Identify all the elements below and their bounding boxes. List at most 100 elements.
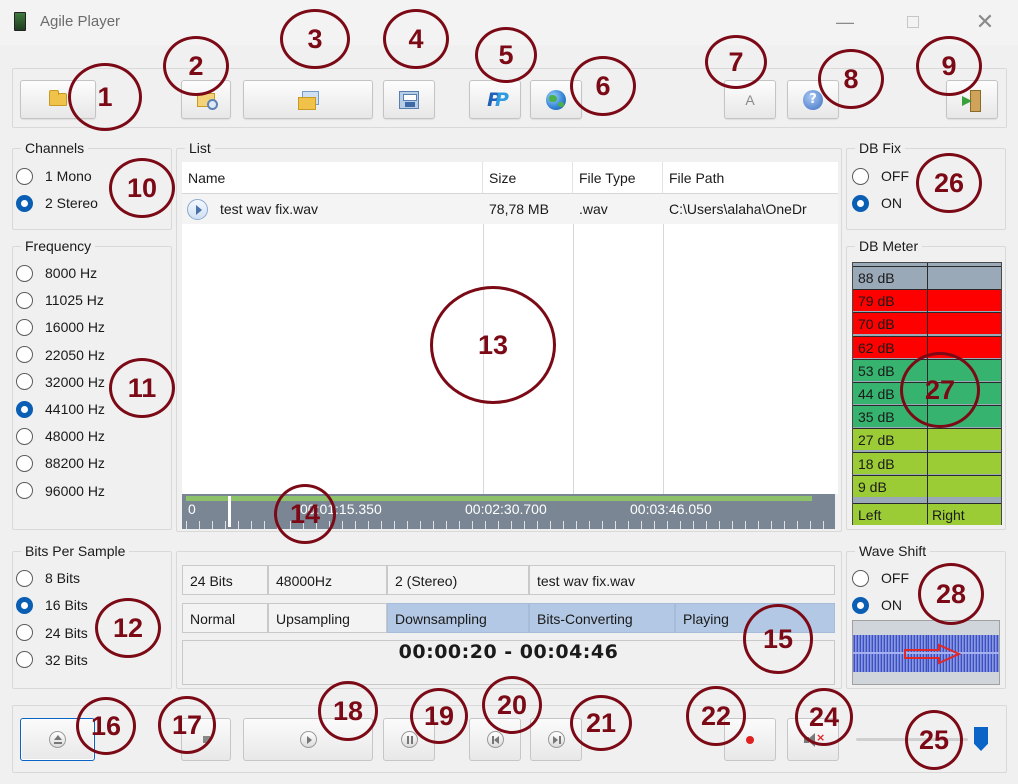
minimize-button[interactable]: — <box>826 6 864 38</box>
annotation-marker: 27 <box>900 352 980 428</box>
close-button[interactable]: ✕ <box>966 6 1004 38</box>
paypal-icon: PP <box>487 88 509 111</box>
frequency-option[interactable]: 48000 Hz <box>16 426 105 446</box>
channel-option[interactable]: 1 Mono <box>16 166 92 186</box>
column-file-type[interactable]: File Type <box>573 162 663 194</box>
wave-shift-title: Wave Shift <box>855 542 931 560</box>
radio-button[interactable] <box>16 624 33 642</box>
radio-button[interactable] <box>16 651 33 669</box>
db-fix-option[interactable]: ON <box>852 193 902 213</box>
channel-label: 2 Stereo <box>45 195 98 211</box>
radio-button[interactable] <box>16 454 33 472</box>
frequency-option-label: 8000 Hz <box>45 265 98 281</box>
annotation-marker: 25 <box>905 710 963 770</box>
annotation-marker: 13 <box>430 286 556 404</box>
radio-button[interactable] <box>16 373 33 391</box>
frequency-option[interactable]: 16000 Hz <box>16 317 105 337</box>
radio-button[interactable] <box>16 569 33 587</box>
db-fix-title: DB Fix <box>855 139 905 157</box>
annotation-marker: 21 <box>570 695 632 751</box>
save-button[interactable] <box>383 80 435 119</box>
table-row[interactable]: test wav fix.wav 78,78 MB .wav C:\Users\… <box>182 194 838 224</box>
column-size[interactable]: Size <box>483 162 573 194</box>
frequency-option-label: 16000 Hz <box>45 319 105 336</box>
wave-shift-option[interactable]: OFF <box>852 568 909 588</box>
radio-button[interactable] <box>16 400 33 418</box>
db-fix-option[interactable]: OFF <box>852 166 909 186</box>
radio-button[interactable] <box>852 194 869 212</box>
frequency-option[interactable]: 22050 Hz <box>16 345 105 365</box>
annotation-marker: 24 <box>795 688 853 746</box>
frequency-option-label: 48000 Hz <box>45 428 105 445</box>
wave-shift-option[interactable]: ON <box>852 595 902 615</box>
frequency-option[interactable]: 44100 Hz <box>16 399 105 419</box>
column-divider <box>573 194 574 494</box>
cell-path: C:\Users\alaha\OneDr <box>669 201 807 217</box>
play-row-icon[interactable] <box>187 199 208 220</box>
radio-button[interactable] <box>16 318 33 336</box>
timeline-label: 00:03:46.050 <box>630 501 712 517</box>
annotation-marker: 8 <box>818 49 884 109</box>
bits-option[interactable]: 24 Bits <box>16 623 88 643</box>
info-file: test wav fix.wav <box>529 565 835 595</box>
column-name[interactable]: Name <box>182 162 483 194</box>
column-divider <box>663 194 664 494</box>
open-folder-button[interactable] <box>243 80 373 119</box>
save-icon <box>399 90 419 109</box>
frequency-option[interactable]: 8000 Hz <box>16 263 97 283</box>
cell-size: 78,78 MB <box>489 201 549 217</box>
channel-label: 1 Mono <box>45 168 92 184</box>
wave-preview <box>852 620 1000 685</box>
frequency-option[interactable]: 32000 Hz <box>16 372 105 392</box>
font-icon: A <box>745 91 755 108</box>
frequency-option[interactable]: 96000 Hz <box>16 481 105 501</box>
mode-normal: Normal <box>182 603 268 633</box>
column-file-path[interactable]: File Path <box>663 162 838 194</box>
radio-button[interactable] <box>16 427 33 445</box>
previous-icon <box>486 731 504 748</box>
maximize-button[interactable] <box>894 6 932 38</box>
info-bits: 24 Bits <box>182 565 268 595</box>
app-icon <box>14 12 26 31</box>
annotation-marker: 28 <box>918 563 984 625</box>
bits-option-label: 8 Bits <box>45 570 81 586</box>
annotation-marker: 18 <box>318 681 378 741</box>
db-fix-label: ON <box>881 195 902 211</box>
annotation-marker: 4 <box>383 9 449 69</box>
annotation-marker: 22 <box>686 686 746 746</box>
radio-button[interactable] <box>852 569 869 587</box>
annotation-marker: 14 <box>274 484 336 544</box>
radio-button[interactable] <box>16 346 33 364</box>
frequency-option-label: 22050 Hz <box>45 346 105 363</box>
meter-right-label: Right <box>932 507 965 523</box>
radio-button[interactable] <box>16 291 33 309</box>
maximize-icon <box>907 16 919 28</box>
channel-option[interactable]: 2 Stereo <box>16 193 98 213</box>
radio-button[interactable] <box>852 596 869 614</box>
annotation-marker: 7 <box>705 35 767 89</box>
annotation-marker: 20 <box>482 676 542 734</box>
radio-button[interactable] <box>852 167 869 185</box>
bits-option[interactable]: 32 Bits <box>16 650 88 670</box>
bits-title: Bits Per Sample <box>21 542 130 560</box>
radio-button[interactable] <box>16 167 33 185</box>
radio-button[interactable] <box>16 482 33 500</box>
mode-bits-converting: Bits-Converting <box>529 603 675 633</box>
bits-option[interactable]: 16 Bits <box>16 595 88 615</box>
cell-type: .wav <box>579 201 608 217</box>
radio-button[interactable] <box>16 194 33 212</box>
paypal-button[interactable]: PP <box>469 80 521 119</box>
annotation-marker: 16 <box>76 697 136 755</box>
annotation-marker: 19 <box>410 688 468 744</box>
frequency-title: Frequency <box>21 237 96 255</box>
radio-button[interactable] <box>16 596 33 614</box>
radio-button[interactable] <box>16 264 33 282</box>
annotation-marker: 5 <box>475 27 537 83</box>
frequency-option[interactable]: 11025 Hz <box>16 290 104 310</box>
annotation-marker: 1 <box>68 63 142 131</box>
info-channels: 2 (Stereo) <box>387 565 529 595</box>
bits-option[interactable]: 8 Bits <box>16 568 80 588</box>
frequency-option[interactable]: 88200 Hz <box>16 453 105 473</box>
frequency-option-label: 88200 Hz <box>45 455 105 472</box>
eject-icon <box>49 731 66 748</box>
